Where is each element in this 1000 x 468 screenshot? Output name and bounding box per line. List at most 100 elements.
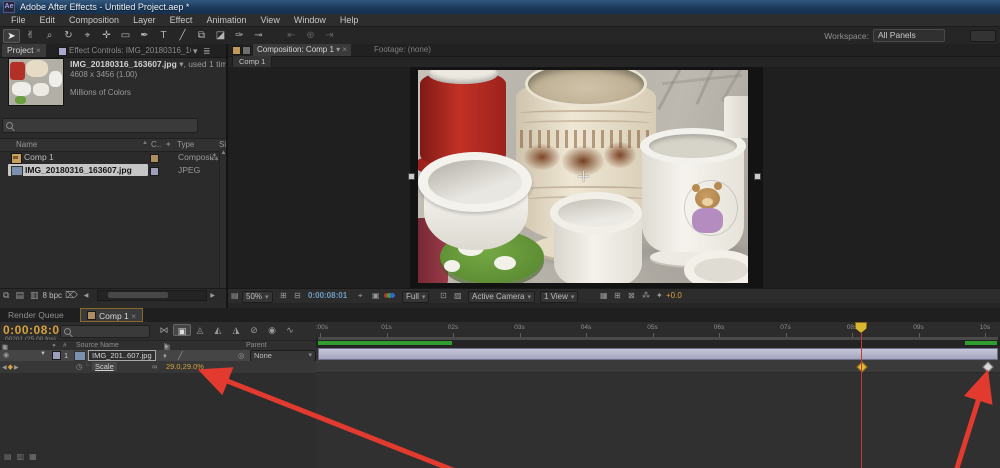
column-type[interactable]: Type (177, 140, 194, 149)
mask-icon[interactable]: ⇥ (321, 29, 338, 43)
magnification-dropdown[interactable]: 50%▾ (242, 291, 273, 303)
next-keyframe-icon[interactable]: ▶ (14, 365, 20, 371)
new-folder-icon[interactable]: ▤ (15, 290, 24, 301)
panel-menu-icon[interactable]: ▤ (231, 291, 239, 300)
clone-stamp-tool[interactable]: ⧉ (193, 29, 210, 43)
label-color-swatch[interactable] (150, 154, 159, 163)
work-area-bar[interactable] (318, 337, 998, 340)
live-update-icon[interactable]: ▣ (173, 324, 191, 336)
close-icon[interactable]: × (36, 45, 41, 55)
project-search-input[interactable] (2, 118, 198, 133)
exposure-value[interactable]: +0.0 (666, 291, 682, 300)
menu-item[interactable]: Animation (199, 15, 253, 25)
tab-comp-timeline[interactable]: Comp 1 × (80, 308, 143, 322)
eraser-tool[interactable]: ◪ (212, 29, 229, 43)
scale-property-label[interactable]: Scale (92, 362, 117, 371)
grid-options-icon[interactable]: ⊞ (280, 291, 287, 300)
viewer-option-icon[interactable]: ⊞ (614, 291, 621, 300)
pan-behind-tool[interactable]: ✛ (98, 29, 115, 43)
layer-label-chip[interactable] (52, 351, 61, 360)
menu-item[interactable]: Layer (126, 15, 163, 25)
tab-footage[interactable]: Footage: (none) (374, 45, 431, 54)
parent-pickwhip-icon[interactable]: ◎ (238, 351, 245, 360)
scale-value[interactable]: 29.0,29.0% (166, 362, 204, 371)
keyframe-selected[interactable] (856, 361, 867, 372)
brush-tool[interactable]: ╱ (174, 29, 191, 43)
menu-item[interactable]: Help (333, 15, 366, 25)
comp-image-layer[interactable] (418, 70, 748, 283)
time-ruler[interactable]: 0:00s01s02s03s04s05s06s07s08s09s10s (316, 322, 1000, 338)
column-c[interactable]: C.. (151, 140, 161, 149)
project-hscrollbar[interactable] (97, 290, 207, 301)
align-icon[interactable]: ⇤ (283, 29, 300, 43)
close-icon[interactable]: × (342, 45, 347, 54)
close-icon[interactable]: × (131, 311, 136, 321)
show-snapshot-icon[interactable]: ▣ (372, 291, 380, 300)
workspace-dropdown[interactable]: All Panels (873, 29, 945, 42)
eye-icon[interactable]: ◉ (3, 351, 9, 359)
quality-diamond-icon[interactable]: ♦ (163, 351, 167, 360)
graph-editor-icon[interactable]: ∿ (281, 324, 299, 336)
chevron-down-icon[interactable]: ▾ (193, 46, 198, 57)
viewer-option-icon[interactable]: ▦ (600, 291, 608, 300)
tracker-icon[interactable]: ⊕ (302, 29, 319, 43)
bit-depth-value[interactable]: 8 bpc (42, 291, 62, 300)
quality-best-icon[interactable]: ╱ (178, 351, 183, 360)
layer-name[interactable]: IMG_201..607.jpg (88, 350, 156, 361)
frame-blend-enable-icon[interactable]: ◮ (227, 324, 245, 336)
column-name[interactable]: Name (16, 140, 37, 149)
scroll-left-icon[interactable]: ◀ (84, 292, 89, 299)
motion-blur-enable-icon[interactable]: ⊘ (245, 324, 263, 336)
zoom-tool[interactable]: ⌕ (41, 29, 58, 43)
bit-depth-icon[interactable]: ▥ (30, 290, 39, 301)
interpret-footage-icon[interactable]: ⧉ (3, 290, 9, 301)
puppet-pin-tool[interactable]: ⊸ (250, 29, 267, 43)
hide-shy-icon[interactable]: ◭ (209, 324, 227, 336)
region-of-interest-icon[interactable]: ⊡ (440, 291, 447, 300)
expand-inout-icon[interactable]: ▦ (29, 452, 37, 461)
scale-property-row[interactable]: ◀◆▶ ◷ ∟ Scale ∞ 29.0,29.0% (0, 361, 316, 373)
constrain-link-icon[interactable]: ∞ (152, 362, 157, 371)
menu-item[interactable]: Window (287, 15, 333, 25)
expand-layers-icon[interactable]: ▤ (4, 452, 12, 461)
current-time-indicator-line[interactable] (861, 332, 862, 468)
keyframe[interactable] (982, 361, 993, 372)
stopwatch-icon[interactable]: ◷ (76, 362, 83, 371)
viewer-option-icon[interactable]: ✦ (656, 291, 663, 300)
channel-icon[interactable] (386, 291, 395, 300)
comp-timecode[interactable]: 0:00:08:01 (308, 291, 347, 300)
anchor-point-icon[interactable] (583, 171, 584, 182)
expand-triangle-icon[interactable]: ▼ (40, 351, 46, 357)
column-parent[interactable]: Parent (246, 342, 267, 349)
resolution-dropdown[interactable]: Full▾ (402, 291, 429, 303)
column-source-name[interactable]: Source Name (76, 342, 119, 349)
selection-tool[interactable]: ➤ (3, 29, 20, 43)
rotation-tool[interactable]: ↻ (60, 29, 77, 43)
workspace-search-input[interactable] (970, 30, 996, 42)
project-item-footage[interactable]: IMG_20180316_163607.jpg JPEG (0, 164, 219, 177)
panel-menu-icon[interactable]: ≣ (203, 46, 211, 57)
layer-handle-right[interactable] (754, 173, 761, 180)
expand-modes-icon[interactable]: ▥ (17, 452, 25, 461)
menu-item[interactable]: Effect (163, 15, 200, 25)
sort-icon[interactable]: ▲ (142, 140, 148, 146)
viewer-option-icon[interactable]: ⁂ (642, 291, 650, 300)
tab-composition[interactable]: Composition: Comp 1 ▾ × (253, 44, 351, 56)
trash-icon[interactable]: ⌦ (65, 290, 78, 301)
scroll-right-icon[interactable]: ▶ (210, 292, 215, 299)
current-time-display[interactable]: 0:00:08:01 (3, 323, 67, 337)
draft-3d-icon[interactable]: ◬ (191, 324, 209, 336)
snapshot-icon[interactable]: ⌖ (358, 291, 363, 301)
layer-handle-left[interactable] (408, 173, 415, 180)
brainstorm-icon[interactable]: ◉ (263, 324, 281, 336)
transparency-grid-icon[interactable]: ▨ (454, 291, 462, 300)
type-tool[interactable]: T (155, 29, 172, 43)
project-item-comp[interactable]: Comp 1 Composi... ⁂ (0, 151, 219, 164)
menu-item[interactable]: Composition (62, 15, 126, 25)
hand-tool[interactable]: ✌ (22, 29, 39, 43)
comp-mini-flowchart-icon[interactable]: ⋈ (155, 324, 173, 336)
pen-tool[interactable]: ✒ (136, 29, 153, 43)
menu-item[interactable]: View (253, 15, 286, 25)
menu-item[interactable]: Edit (33, 15, 63, 25)
roto-brush-tool[interactable]: ✑ (231, 29, 248, 43)
